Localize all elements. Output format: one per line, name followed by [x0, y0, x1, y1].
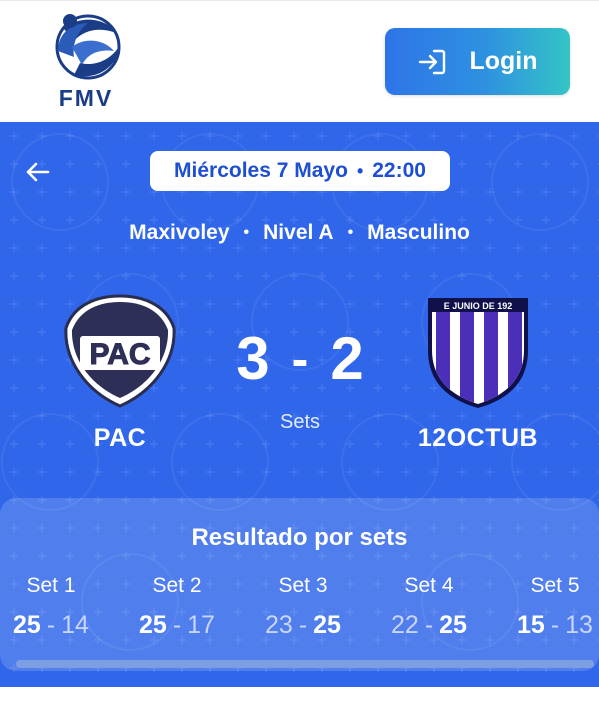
score-separator: - — [291, 330, 309, 387]
home-crest-text: PAC — [89, 338, 150, 371]
sets-results-panel[interactable]: Resultado por sets Set 1 25-14 Set 2 25-17 S… — [0, 498, 599, 671]
set-score: 23-25 — [243, 611, 363, 640]
set-label: Set 5 — [530, 574, 580, 597]
set-score-separator: - — [550, 611, 560, 639]
match-category: Maxivoley — [129, 221, 230, 244]
match-gender: Masculino — [367, 221, 470, 244]
fmv-logo[interactable]: FMV — [44, 11, 128, 111]
set-label: Set 1 — [26, 574, 76, 597]
set-label: Set 2 — [152, 574, 202, 597]
match-date-pill: Miércoles 7 Mayo • 22:00 — [150, 151, 450, 191]
match-card: Miércoles 7 Mayo • 22:00 Maxivoley • Niv… — [0, 122, 599, 687]
volleyball-logo-icon — [55, 14, 121, 80]
away-sets-won: 2 — [330, 325, 364, 392]
set-label: Set 4 — [404, 574, 454, 597]
set-home-points: 25 — [13, 611, 41, 639]
set-away-points: 14 — [61, 611, 89, 639]
meta-separator-dot: • — [347, 224, 354, 241]
away-crest-text: E JUNIO DE 192 — [444, 301, 513, 311]
set-label: Set 3 — [278, 574, 328, 597]
meta-separator-dot: • — [243, 224, 250, 241]
set-home-points: 22 — [391, 611, 419, 639]
login-label: Login — [469, 47, 538, 75]
set-home-points: 25 — [139, 611, 167, 639]
login-arrow-icon — [419, 49, 446, 74]
set-score: 22-25 — [369, 611, 489, 640]
sets-results-title: Resultado por sets — [191, 524, 408, 551]
login-button[interactable]: Login — [385, 28, 570, 95]
set-away-points: 25 — [439, 611, 467, 639]
home-team-name: PAC — [93, 424, 147, 452]
app-header: FMV Login — [0, 0, 599, 122]
arrow-left-icon[interactable] — [20, 156, 56, 188]
set-away-points: 13 — [565, 611, 593, 639]
away-team[interactable]: E JUNIO DE 192 12OCTUB — [408, 292, 548, 453]
set-home-points: 23 — [265, 611, 293, 639]
set-score: 25-17 — [117, 611, 237, 640]
date-separator-dot: • — [356, 160, 364, 181]
set-score-separator: - — [298, 611, 308, 639]
set-result-2: Set 2 25-17 — [117, 574, 237, 640]
home-sets-won: 3 — [236, 325, 270, 392]
logo-text: FMV — [58, 85, 114, 111]
home-team-crest: PAC — [64, 294, 176, 408]
set-away-points: 17 — [187, 611, 215, 639]
match-detail-page: FMV Login Miércoles 7 Mayo • 22:00 Maxiv… — [0, 0, 599, 702]
set-away-points: 25 — [313, 611, 341, 639]
set-result-4: Set 4 22-25 — [369, 574, 489, 640]
match-date: Miércoles 7 Mayo — [174, 159, 348, 182]
set-score: 15-13 — [495, 611, 599, 640]
set-result-1: Set 1 25-14 — [0, 574, 111, 640]
away-team-name: 12OCTUB — [417, 424, 539, 452]
set-score-separator: - — [46, 611, 56, 639]
sets-caption: Sets — [279, 411, 321, 433]
away-team-crest: E JUNIO DE 192 — [428, 298, 528, 408]
match-score: 3 - 2 — [200, 324, 400, 393]
set-score: 25-14 — [0, 611, 111, 640]
sets-horizontal-scrollbar[interactable] — [16, 660, 594, 668]
home-team[interactable]: PAC PAC — [50, 292, 190, 453]
set-result-3: Set 3 23-25 — [243, 574, 363, 640]
match-time: 22:00 — [372, 159, 426, 182]
set-home-points: 15 — [517, 611, 545, 639]
set-score-separator: - — [172, 611, 182, 639]
set-score-separator: - — [424, 611, 434, 639]
match-meta: Maxivoley • Nivel A • Masculino — [0, 221, 599, 245]
set-result-5: Set 5 15-13 — [495, 574, 599, 640]
match-level: Nivel A — [263, 221, 334, 244]
